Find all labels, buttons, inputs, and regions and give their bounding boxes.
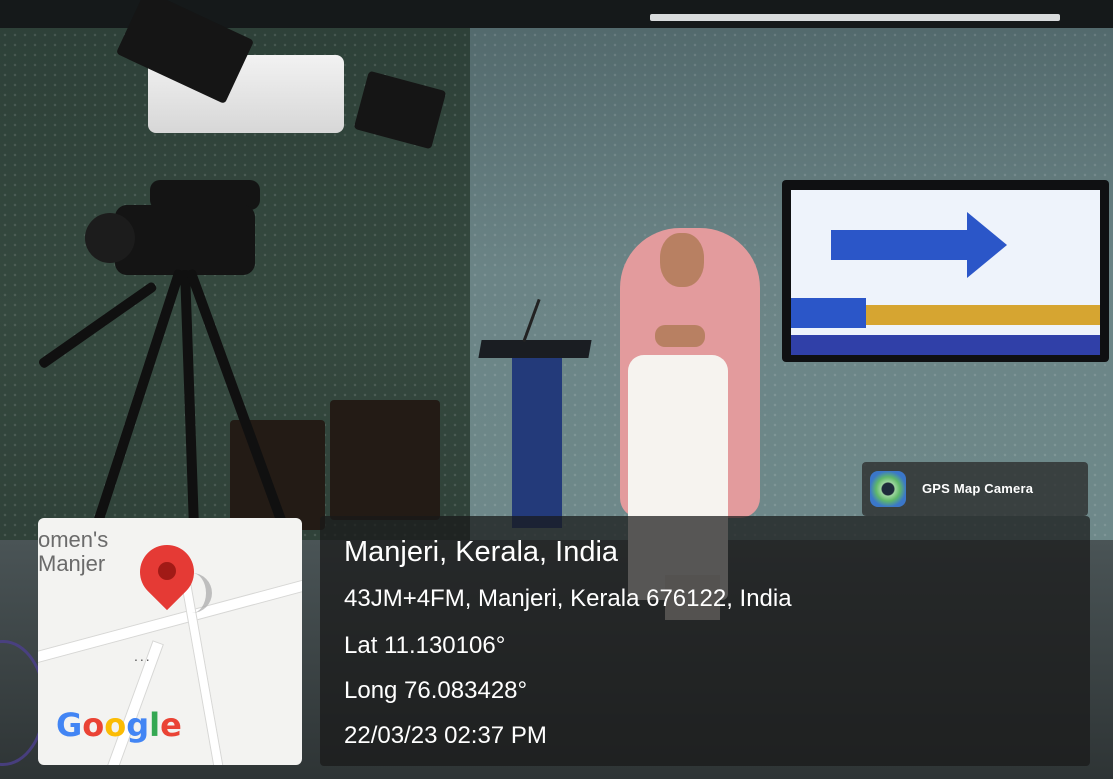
map-dots: ... [134,648,152,664]
app-name: GPS Map Camera [922,481,1034,496]
location-overlay: Manjeri, Kerala, India 43JM+4FM, Manjeri… [320,516,1090,766]
video-camera [115,205,255,275]
presenter-face [660,233,704,287]
map-thumbnail: omen's Manjer ... Google [38,518,302,765]
podium [512,358,562,528]
datetime: 22/03/23 02:37 PM [344,722,547,749]
chair-right [330,400,440,520]
latitude: Lat 11.130106° [344,632,506,659]
slide-arrow [831,230,971,260]
map-place-label: omen's Manjer [38,527,109,576]
presenter-hands [655,325,705,347]
gps-map-camera-icon [870,471,906,507]
tv-screen [791,190,1100,335]
podium-top [478,340,592,358]
tv-bezel-bottom [791,335,1100,355]
place-name: Manjeri, Kerala, India [344,536,619,568]
slide-arrow-head [967,212,1007,278]
longitude: Long 76.083428° [344,677,528,704]
google-logo: Google [56,706,182,744]
map-pin-dot [158,562,176,580]
gps-map-camera-badge: GPS Map Camera [862,462,1088,516]
slide-bar-left [791,298,866,328]
address: 43JM+4FM, Manjeri, Kerala 676122, India [344,585,792,612]
ceiling-light [650,14,1060,21]
camera-lens [85,213,135,263]
